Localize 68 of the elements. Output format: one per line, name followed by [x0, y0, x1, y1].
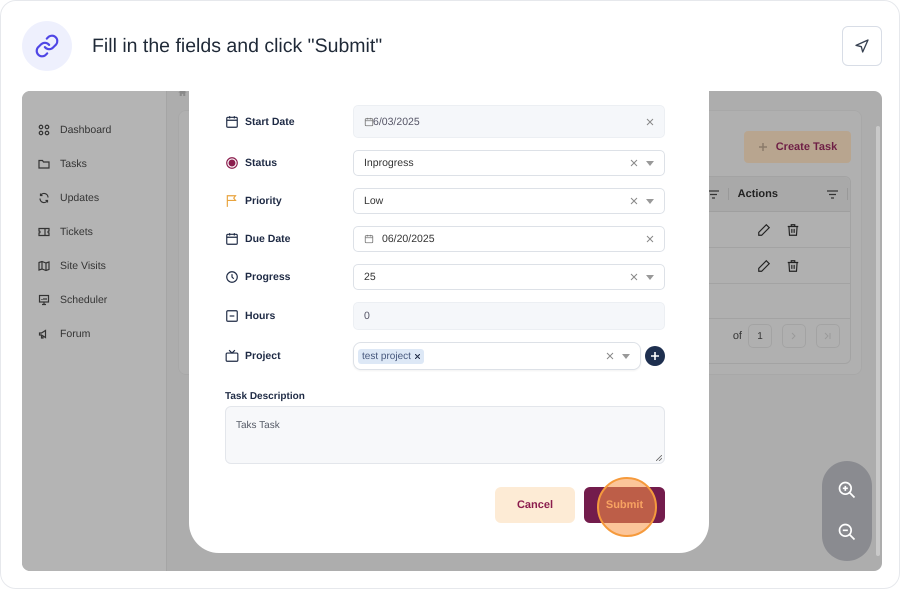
- dropdown-caret-icon[interactable]: [646, 274, 654, 280]
- dropdown-caret-icon[interactable]: [622, 354, 630, 358]
- map-icon: [38, 260, 50, 272]
- presentation-icon: [38, 294, 50, 306]
- field-label: Project: [245, 350, 281, 362]
- calendar-icon: [364, 116, 374, 126]
- sidebar-item[interactable]: Site Visits: [22, 249, 166, 283]
- dropdown-caret-icon[interactable]: [646, 198, 654, 204]
- sidebar-item[interactable]: Dashboard: [22, 113, 166, 147]
- filter-icon[interactable]: [827, 190, 838, 198]
- pencil-icon[interactable]: [757, 258, 771, 272]
- zoom-out-icon[interactable]: [837, 522, 857, 542]
- remove-icon[interactable]: [414, 354, 420, 358]
- filter-icon[interactable]: [708, 190, 719, 198]
- calendar-icon: [225, 114, 239, 128]
- clear-icon[interactable]: [606, 352, 614, 360]
- select-field[interactable]: 25: [353, 264, 665, 290]
- sidebar-item[interactable]: Tickets: [22, 215, 166, 249]
- field-label: Start Date: [245, 116, 295, 128]
- dropdown-caret-icon[interactable]: [646, 160, 654, 166]
- sidebar-item[interactable]: Scheduler: [22, 283, 166, 317]
- field-label: Progress: [245, 271, 291, 283]
- field-label: Hours: [245, 310, 276, 322]
- page-of-label: of: [732, 330, 742, 342]
- zoom-in-icon[interactable]: [837, 480, 857, 500]
- navigation-arrow-icon: [854, 38, 870, 54]
- field-label: Status: [245, 157, 278, 169]
- page-total: 1: [748, 324, 772, 348]
- date-field[interactable]: 06/20/2025: [353, 226, 665, 252]
- cancel-button[interactable]: Cancel: [495, 487, 575, 523]
- pencil-icon[interactable]: [757, 222, 771, 236]
- radio-icon: [225, 156, 239, 170]
- minus-square-icon: [225, 309, 239, 323]
- create-task-button[interactable]: Create Task: [744, 131, 851, 163]
- link-icon: [22, 21, 72, 71]
- clear-icon[interactable]: [630, 159, 638, 167]
- ticket-icon: [38, 226, 50, 238]
- field-label: Due Date: [245, 233, 291, 245]
- grid-icon: [38, 124, 50, 136]
- tv-icon: [225, 349, 239, 363]
- instruction-title: Fill in the fields and click "Submit": [92, 34, 384, 58]
- refresh-icon: [38, 192, 50, 204]
- plus-icon: [758, 142, 768, 152]
- column-header: Actions: [738, 188, 778, 200]
- plus-icon: [651, 352, 659, 360]
- project-select[interactable]: test project: [353, 342, 641, 370]
- project-tag: test project: [358, 348, 424, 364]
- description-textarea[interactable]: Taks Task: [225, 406, 665, 464]
- trash-icon[interactable]: [786, 258, 800, 272]
- select-field[interactable]: Inprogress: [353, 150, 665, 176]
- folder-icon: [38, 158, 50, 170]
- sidebar-item[interactable]: Tasks: [22, 147, 166, 181]
- field-label: Task Description: [225, 391, 306, 402]
- navigate-button[interactable]: [842, 26, 882, 66]
- sidebar-item[interactable]: Updates: [22, 181, 166, 215]
- flag-icon: [225, 194, 239, 208]
- add-project-button[interactable]: [645, 346, 665, 366]
- calendar-icon: [225, 232, 239, 246]
- field-label: Priority: [245, 195, 282, 207]
- sidebar-item[interactable]: Forum: [22, 317, 166, 351]
- clear-icon[interactable]: [630, 273, 638, 281]
- clock-icon: [225, 270, 239, 284]
- select-field[interactable]: Low: [353, 188, 665, 214]
- resize-grip-icon[interactable]: [656, 455, 662, 461]
- clear-icon[interactable]: [646, 235, 654, 243]
- calendar-icon: [364, 234, 374, 244]
- clear-icon[interactable]: [630, 197, 638, 205]
- trash-icon[interactable]: [786, 222, 800, 236]
